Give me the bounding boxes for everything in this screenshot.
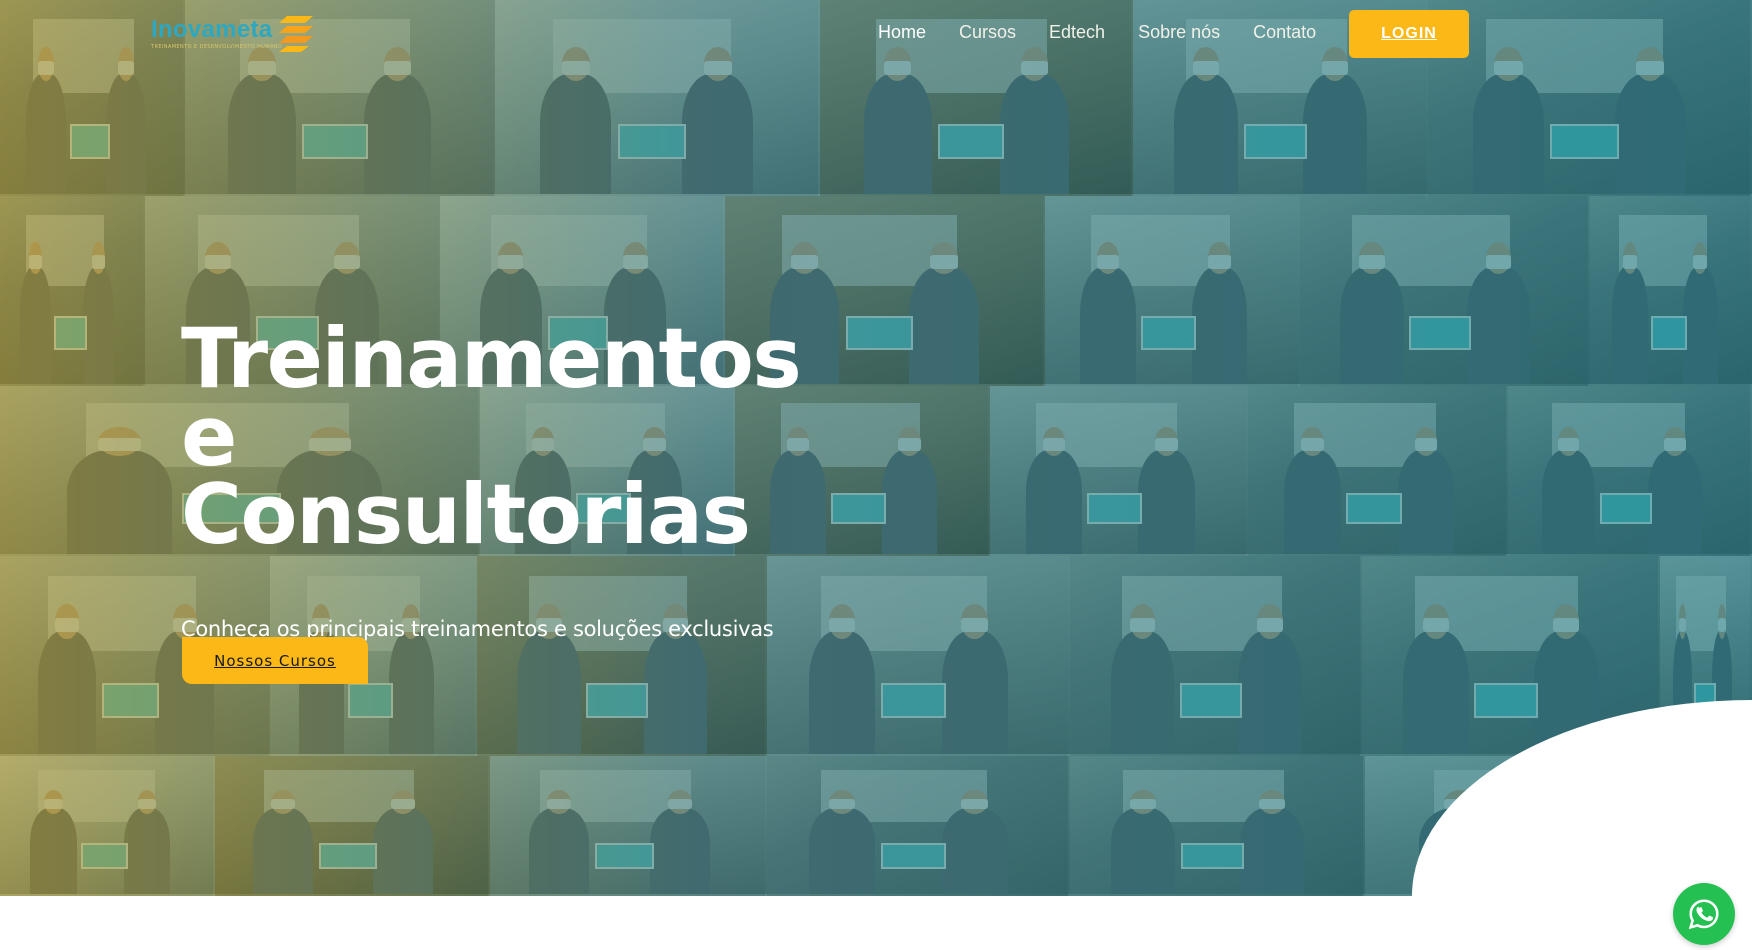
inovameta-logo[interactable]: Inovameta TREINAMENTO E DESENVOLVIMENTO … — [151, 14, 313, 54]
logo-wordmark: Inovameta — [151, 16, 273, 43]
logo-stripes-icon — [279, 16, 313, 52]
nav-sobre-nos[interactable]: Sobre nós — [1138, 22, 1220, 43]
whatsapp-icon — [1688, 899, 1719, 930]
hero-content: Treinamentos e Consultorias Conheça os p… — [181, 310, 821, 688]
main-menu: Home Cursos Edtech Sobre nós Contato — [878, 22, 1349, 43]
nav-cursos[interactable]: Cursos — [959, 22, 1016, 43]
hero-title: Treinamentos e Consultorias — [181, 310, 802, 563]
nav-edtech[interactable]: Edtech — [1049, 22, 1105, 43]
page-section-below-hero — [0, 896, 1752, 950]
login-button[interactable]: LOGIN — [1349, 10, 1469, 58]
top-navigation: Inovameta TREINAMENTO E DESENVOLVIMENTO … — [0, 0, 1752, 70]
whatsapp-button[interactable] — [1673, 883, 1735, 945]
nossos-cursos-button[interactable]: Nossos Cursos — [182, 637, 368, 684]
nav-contato[interactable]: Contato — [1253, 22, 1316, 43]
nav-home[interactable]: Home — [878, 22, 926, 43]
logo-tagline: TREINAMENTO E DESENVOLVIMENTO HUMANO — [151, 44, 283, 50]
